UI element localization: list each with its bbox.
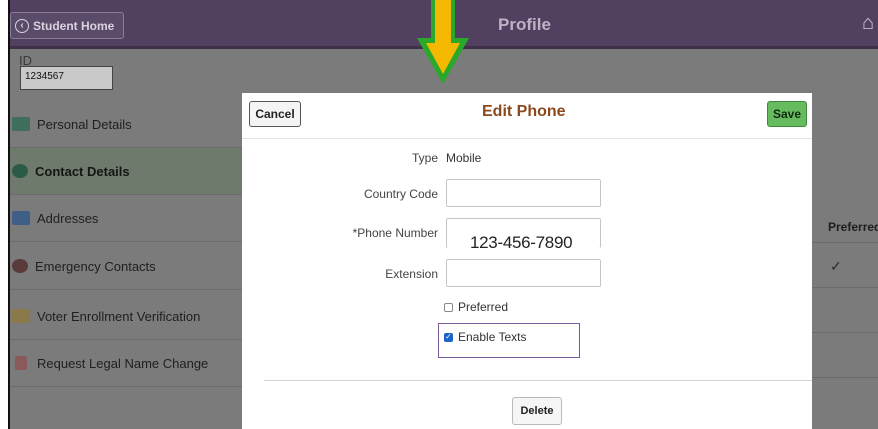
dialog-title: Edit Phone: [482, 103, 566, 120]
chevron-left-icon: ‹: [15, 18, 29, 33]
sidebar-item-label: Emergency Contacts: [35, 258, 156, 274]
student-home-label: Student Home: [33, 18, 115, 33]
save-button[interactable]: Save: [767, 101, 807, 127]
sidebar-item-label: Personal Details: [37, 116, 132, 132]
phone-cross-icon: [12, 259, 28, 273]
preferred-column-header: Preferred: [828, 220, 878, 234]
sidebar-item-addresses[interactable]: Addresses: [10, 195, 242, 242]
table-divider: [802, 332, 878, 333]
dialog-divider: [264, 380, 812, 381]
preferred-label: Preferred: [458, 300, 509, 314]
extension-field[interactable]: [446, 259, 601, 287]
app-frame: ‹ Student Home Profile ⌂ ID 1234567 Pers…: [10, 0, 878, 429]
table-divider: [802, 377, 878, 378]
table-divider: [802, 242, 878, 243]
sidebar-item-voter-enrollment[interactable]: Voter Enrollment Verification: [10, 293, 242, 340]
enable-texts-label: Enable Texts: [458, 330, 527, 344]
id-field: 1234567: [20, 66, 113, 90]
phone-number-field[interactable]: 123-456-7890: [446, 218, 601, 252]
id-card-icon: [12, 117, 30, 131]
cancel-button[interactable]: Cancel: [249, 101, 301, 127]
page-title: Profile: [498, 15, 551, 34]
preferred-checkbox[interactable]: [444, 302, 453, 312]
student-home-button[interactable]: ‹ Student Home: [10, 12, 124, 39]
sidebar-item-label: Addresses: [37, 210, 99, 226]
phone-number-label: *Phone Number: [352, 226, 438, 240]
enable-texts-checkbox[interactable]: ✓: [444, 332, 453, 342]
phone-at-icon: [12, 164, 28, 178]
type-label: Type: [411, 151, 438, 165]
delete-button[interactable]: Delete: [512, 397, 562, 425]
sidebar-item-contact-details[interactable]: Contact Details: [10, 148, 242, 195]
sidebar-item-label: Request Legal Name Change: [37, 355, 209, 371]
country-code-field[interactable]: [446, 179, 601, 207]
edit-phone-dialog: Cancel Edit Phone Save Type Mobile Count…: [242, 93, 812, 429]
extension-label: Extension: [385, 267, 438, 281]
sidebar-item-personal-details[interactable]: Personal Details: [10, 101, 242, 148]
preferred-check-icon: ✓: [830, 258, 842, 274]
voter-icon: [12, 309, 30, 323]
country-code-label: Country Code: [363, 187, 438, 201]
down-arrow-icon: [417, 0, 469, 84]
home-icon[interactable]: ⌂: [862, 12, 874, 35]
type-value: Mobile: [446, 151, 482, 165]
document-person-icon: [15, 356, 27, 370]
preferred-checkbox-row[interactable]: Preferred: [444, 300, 508, 314]
sidebar-item-legal-name-change[interactable]: Request Legal Name Change: [10, 340, 242, 387]
sidebar-item-emergency-contacts[interactable]: Emergency Contacts: [10, 243, 242, 290]
envelope-icon: [12, 211, 30, 225]
table-divider: [802, 287, 878, 288]
sidebar-item-label: Contact Details: [35, 163, 130, 179]
enable-texts-checkbox-row[interactable]: ✓ Enable Texts: [444, 330, 527, 344]
sidebar-item-label: Voter Enrollment Verification: [37, 308, 201, 324]
